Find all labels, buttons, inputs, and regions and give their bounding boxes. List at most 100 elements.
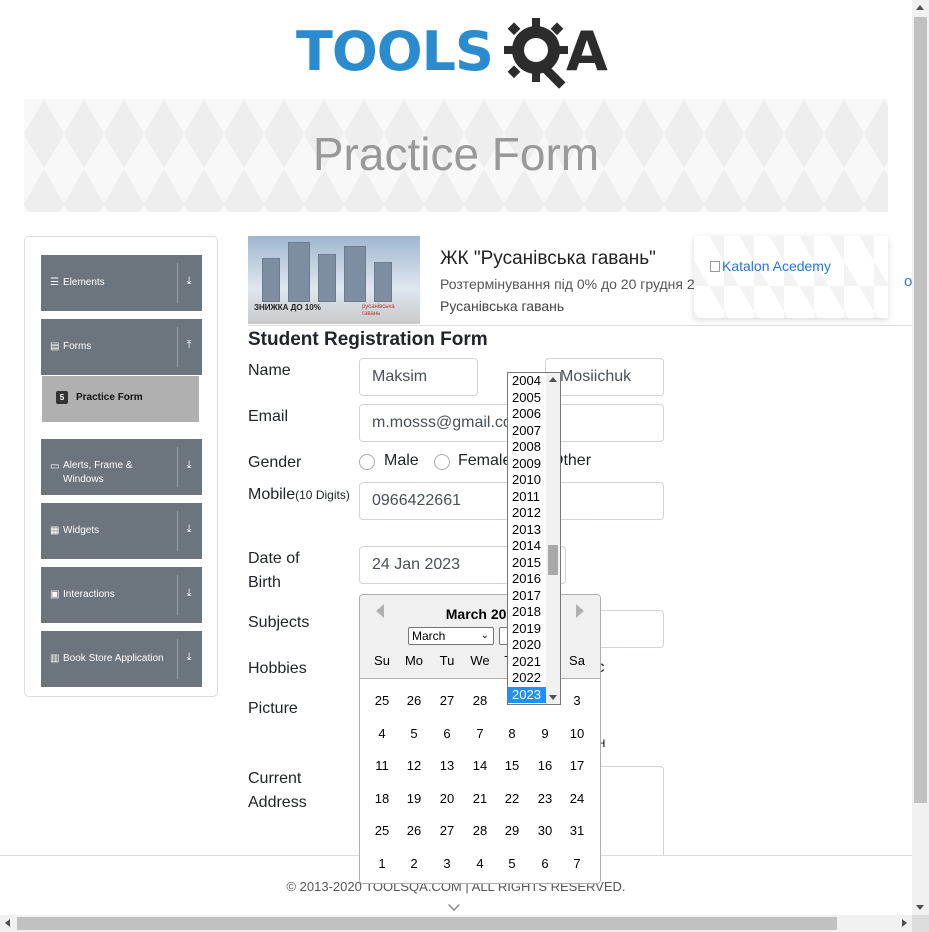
calendar-day[interactable]: 23: [529, 791, 561, 806]
calendar-day[interactable]: 30: [529, 823, 561, 838]
scroll-thumb[interactable]: [914, 17, 927, 803]
gender-label: Gender: [248, 454, 302, 471]
calendar-day[interactable]: 6: [529, 856, 561, 871]
year-option[interactable]: 2019: [508, 621, 546, 638]
calendar-day[interactable]: 7: [561, 856, 593, 871]
calendar-day[interactable]: 25: [366, 823, 398, 838]
scroll-down-icon[interactable]: [916, 905, 924, 910]
calendar-day[interactable]: 5: [398, 726, 430, 741]
calendar-day[interactable]: 2: [398, 856, 430, 871]
year-option[interactable]: 2017: [508, 588, 546, 605]
gender-male-radio[interactable]: [359, 454, 375, 470]
calendar-day[interactable]: 26: [398, 823, 430, 838]
year-option[interactable]: 2018: [508, 604, 546, 621]
scroll-right-icon[interactable]: [902, 919, 907, 927]
sidebar-group-alerts[interactable]: ▭ Alerts, Frame & Windows ⤓: [41, 439, 202, 495]
scroll-thumb[interactable]: [548, 545, 558, 575]
calendar-day[interactable]: 12: [398, 758, 430, 773]
calendar-day[interactable]: 24: [561, 791, 593, 806]
calendar-day[interactable]: 11: [366, 758, 398, 773]
sidebar-group-forms[interactable]: ▤ Forms ⤒: [41, 319, 202, 375]
year-option[interactable]: 2021: [508, 654, 546, 671]
chevron-down-icon[interactable]: [448, 899, 460, 911]
katalon-ad[interactable]: Katalon Acedemy: [694, 236, 888, 318]
scroll-down-icon[interactable]: [549, 695, 557, 700]
calendar-day[interactable]: 3: [561, 693, 593, 708]
sidebar-group-label: Elements: [63, 277, 105, 288]
calendar-day[interactable]: 20: [431, 791, 463, 806]
calendar-day[interactable]: 28: [464, 693, 496, 708]
year-option[interactable]: 2011: [508, 489, 546, 506]
calendar-day[interactable]: 28: [464, 823, 496, 838]
calendar-day[interactable]: 4: [464, 856, 496, 871]
ad-image[interactable]: ЗНИЖКА ДО 10% русанівська гавань: [248, 236, 420, 324]
year-option[interactable]: 2013: [508, 522, 546, 539]
group-divider: [177, 263, 178, 303]
year-option[interactable]: 2015: [508, 555, 546, 572]
year-option[interactable]: 2007: [508, 423, 546, 440]
calendar-day[interactable]: 29: [496, 823, 528, 838]
calendar-day[interactable]: 15: [496, 758, 528, 773]
sidebar-group-book-store[interactable]: ▥ Book Store Application ⤓: [41, 631, 202, 687]
year-option[interactable]: 2004: [508, 373, 546, 390]
calendar-day[interactable]: 27: [431, 693, 463, 708]
gender-female-radio[interactable]: [434, 454, 450, 470]
year-option[interactable]: 2009: [508, 456, 546, 473]
year-option[interactable]: 2010: [508, 472, 546, 489]
year-dropdown-list[interactable]: 2004 2005 2006 2007 2008 2009 2010 2011 2012 2013…: [507, 372, 561, 705]
sidebar-group-elements[interactable]: ☰ Elements ⤓: [41, 255, 202, 311]
toolsqa-logo[interactable]: TOOLS A: [296, 14, 626, 94]
sidebar-group-widgets[interactable]: ▦ Widgets ⤓: [41, 503, 202, 559]
group-divider: [177, 511, 178, 551]
year-option[interactable]: 2005: [508, 390, 546, 407]
calendar-day[interactable]: 5: [496, 856, 528, 871]
calendar-day[interactable]: 16: [529, 758, 561, 773]
sidebar-item-practice-form[interactable]: 5 Practice Form: [42, 376, 199, 422]
month-select[interactable]: March ⌄: [408, 627, 494, 645]
calendar-day[interactable]: 18: [366, 791, 398, 806]
calendar-day[interactable]: 17: [561, 758, 593, 773]
calendar-day[interactable]: 27: [431, 823, 463, 838]
calendar-day[interactable]: 3: [431, 856, 463, 871]
ad-building: [318, 254, 336, 302]
scroll-up-icon[interactable]: [549, 377, 557, 382]
gender-male-label[interactable]: Male: [384, 452, 419, 470]
calendar-day[interactable]: 22: [496, 791, 528, 806]
vertical-scrollbar[interactable]: [912, 0, 929, 915]
next-month-icon[interactable]: [576, 604, 584, 618]
calendar-day[interactable]: 4: [366, 726, 398, 741]
calendar-day[interactable]: 10: [561, 726, 593, 741]
year-option[interactable]: 2012: [508, 505, 546, 522]
sidebar-group-interactions[interactable]: ▣ Interactions ⤓: [41, 567, 202, 623]
ad-more-link[interactable]: одро: [904, 273, 912, 290]
calendar-day[interactable]: 9: [529, 726, 561, 741]
calendar-day[interactable]: 13: [431, 758, 463, 773]
year-option[interactable]: 2008: [508, 439, 546, 456]
first-name-input[interactable]: Maksim: [359, 358, 478, 396]
katalon-link[interactable]: Katalon Acedemy: [710, 258, 831, 274]
scroll-up-icon[interactable]: [916, 5, 924, 10]
last-name-input[interactable]: Mosiichuk: [545, 358, 664, 396]
calendar-day[interactable]: 26: [398, 693, 430, 708]
gender-female-label[interactable]: Female: [458, 452, 511, 470]
year-option[interactable]: 2014: [508, 538, 546, 555]
year-option[interactable]: 2006: [508, 406, 546, 423]
calendar-day[interactable]: 8: [496, 726, 528, 741]
year-option[interactable]: 2022: [508, 670, 546, 687]
year-option[interactable]: 2023: [508, 686, 546, 703]
calendar-day[interactable]: 7: [464, 726, 496, 741]
horizontal-scrollbar[interactable]: [0, 915, 912, 932]
year-list-scrollbar[interactable]: [546, 373, 560, 704]
calendar-day[interactable]: 31: [561, 823, 593, 838]
scroll-thumb[interactable]: [17, 917, 837, 930]
scroll-left-icon[interactable]: [5, 919, 10, 927]
calendar-day[interactable]: 14: [464, 758, 496, 773]
calendar-day[interactable]: 25: [366, 693, 398, 708]
calendar-day[interactable]: 19: [398, 791, 430, 806]
calendar-day[interactable]: 21: [464, 791, 496, 806]
ad-title[interactable]: ЖК "Русанівська гавань": [440, 248, 656, 270]
calendar-day[interactable]: 6: [431, 726, 463, 741]
year-option[interactable]: 2016: [508, 571, 546, 588]
year-option[interactable]: 2020: [508, 637, 546, 654]
calendar-day[interactable]: 1: [366, 856, 398, 871]
